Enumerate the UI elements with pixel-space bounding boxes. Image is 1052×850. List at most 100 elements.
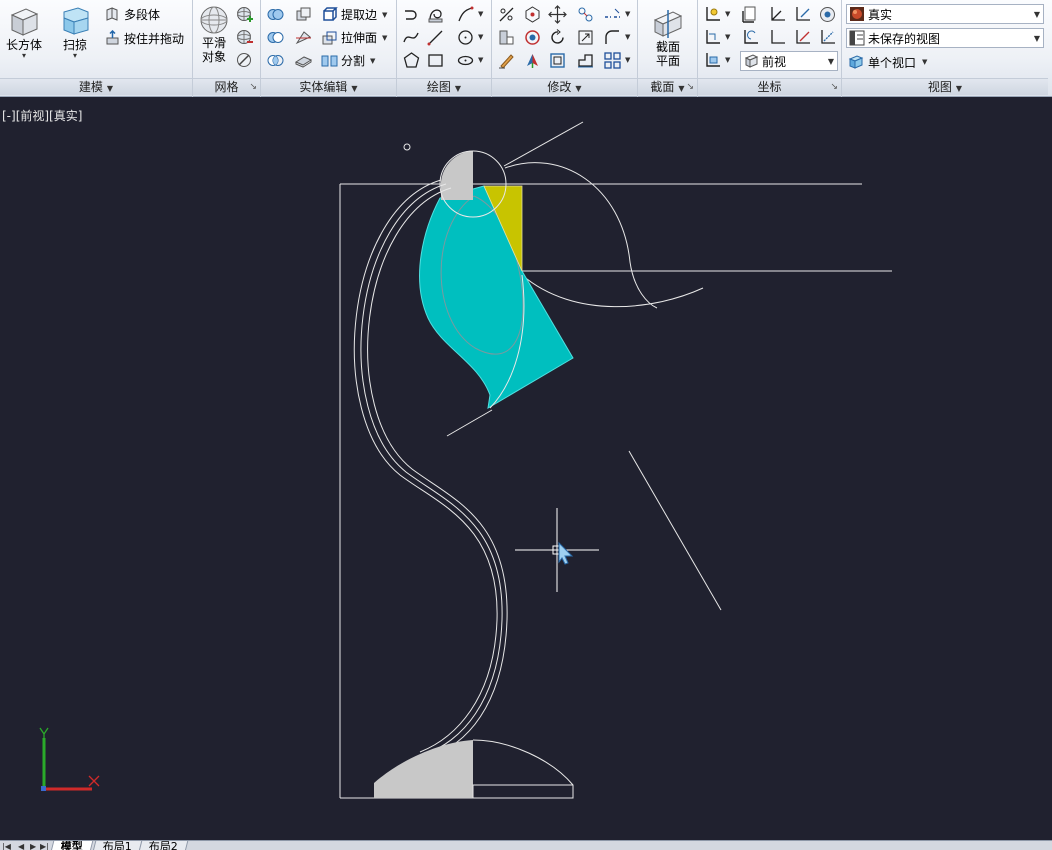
panel-title-view[interactable]: 视图 ▼ xyxy=(842,78,1048,95)
chevron-down-icon[interactable]: ▼ xyxy=(725,33,730,41)
mesh-add-button[interactable] xyxy=(234,4,255,25)
dialog-launcher-icon[interactable]: ↘ xyxy=(686,79,694,95)
chevron-down-icon: ▼ xyxy=(370,56,376,65)
panel-title-mesh[interactable]: 网格 ↘ xyxy=(193,78,260,95)
draw-ellipse-button[interactable] xyxy=(455,50,476,71)
separate-button[interactable]: 分割 ▼ xyxy=(321,50,375,71)
polygon-icon xyxy=(403,52,420,68)
draw-rectangle-button[interactable] xyxy=(425,50,446,71)
chevron-down-icon[interactable]: ▼ xyxy=(478,10,483,18)
panel-title-modeling[interactable]: 建模 ▼ xyxy=(0,78,192,95)
draw-helix-button[interactable] xyxy=(425,4,446,25)
sweep-button[interactable]: 扫掠 ▾ xyxy=(54,4,96,60)
panel-title-ucs[interactable]: 坐标 ↘ xyxy=(698,78,841,95)
erase-button[interactable] xyxy=(496,50,517,71)
ucs-3point-button[interactable] xyxy=(702,27,723,48)
array-rect-button[interactable] xyxy=(602,50,623,71)
chevron-down-icon[interactable]: ▼ xyxy=(725,10,730,18)
chevron-down-icon[interactable]: ▼ xyxy=(725,56,730,64)
draw-polygon-button[interactable] xyxy=(401,50,422,71)
prev-tab-arrow-icon[interactable]: ◀ xyxy=(18,842,24,850)
interfere-button[interactable] xyxy=(293,4,314,25)
presspull-label: 按住并拖动 xyxy=(124,32,185,46)
section-plane-icon xyxy=(653,10,683,38)
ucs-y-button[interactable] xyxy=(792,27,813,48)
3d-rotate-button[interactable] xyxy=(522,4,543,25)
ucs-named-button[interactable] xyxy=(740,4,761,25)
extract-edges-button[interactable]: 提取边 ▼ xyxy=(321,4,387,25)
3d-array-button[interactable] xyxy=(522,27,543,48)
draw-line-button[interactable] xyxy=(455,4,476,25)
rotate-button[interactable] xyxy=(547,27,568,48)
panel-title-solid-edit[interactable]: 实体编辑 ▼ xyxy=(261,78,396,95)
extrude-faces-button[interactable]: 拉伸面 ▼ xyxy=(321,27,387,48)
ucs-world-button[interactable] xyxy=(702,4,723,25)
section-plane-label-2: 平面 xyxy=(655,54,680,68)
offset-button[interactable] xyxy=(547,50,568,71)
viewport-controls-label[interactable]: [-][前视][真实] xyxy=(2,107,82,124)
chevron-down-icon[interactable]: ▼ xyxy=(625,56,630,64)
saved-view-select[interactable]: 未保存的视图 ▼ xyxy=(846,28,1044,48)
break-button[interactable] xyxy=(602,4,623,25)
ucs-view-button[interactable] xyxy=(817,4,838,25)
3d-align-button[interactable] xyxy=(575,4,596,25)
cube-view-icon xyxy=(744,54,759,68)
mesh-crease-button[interactable] xyxy=(234,50,255,71)
union-button[interactable] xyxy=(265,4,286,25)
ucs-z-button[interactable] xyxy=(792,4,813,25)
crosshair-cursor xyxy=(515,508,599,592)
intersect-button[interactable] xyxy=(265,50,286,71)
section-plane-button[interactable]: 截面 平面 xyxy=(648,6,688,68)
viewport-config-button[interactable]: 单个视口 ▼ xyxy=(848,52,927,72)
ucs-origin-button[interactable] xyxy=(767,4,788,25)
ucs-x-button[interactable] xyxy=(767,27,788,48)
chevron-down-icon[interactable]: ▼ xyxy=(625,33,630,41)
drawing-viewport[interactable]: [-][前视][真实] xyxy=(0,98,1052,840)
mesh-remove-button[interactable] xyxy=(234,27,255,48)
dialog-launcher-icon[interactable]: ↘ xyxy=(830,79,838,95)
slice-button[interactable] xyxy=(293,27,314,48)
panel-title-section[interactable]: 截面 ▼ ↘ xyxy=(638,78,697,95)
chevron-down-icon[interactable]: ▼ xyxy=(625,10,630,18)
panel-title-draw[interactable]: 绘图 ▼ xyxy=(397,78,491,95)
named-view-select[interactable]: 前视 ▼ xyxy=(740,51,838,71)
lamp-drawing[interactable] xyxy=(0,98,1052,840)
visual-style-select[interactable]: 真实 ▼ xyxy=(846,4,1044,24)
tab-model[interactable]: 模型 xyxy=(50,841,94,850)
first-tab-arrow-icon[interactable]: |◀ xyxy=(2,842,11,850)
thicken-button[interactable] xyxy=(293,50,314,71)
extract-edges-label: 提取边 xyxy=(341,8,378,22)
box-button[interactable]: 长方体 ▾ xyxy=(4,4,44,60)
draw-ray-button[interactable] xyxy=(425,27,446,48)
panel-title-modify[interactable]: 修改 ▼ xyxy=(492,78,637,95)
trim-button[interactable] xyxy=(496,4,517,25)
ucs-icon xyxy=(706,7,720,21)
ucs-previous-button[interactable] xyxy=(740,27,761,48)
dialog-launcher-icon[interactable]: ↘ xyxy=(249,79,257,95)
draw-circle-button[interactable] xyxy=(455,27,476,48)
chevron-down-icon[interactable]: ▼ xyxy=(478,56,483,64)
align-button[interactable] xyxy=(496,27,517,48)
rotate-icon xyxy=(551,29,564,44)
last-tab-arrow-icon[interactable]: ▶| xyxy=(40,842,49,850)
box-label: 长方体 xyxy=(5,38,42,52)
chevron-down-icon[interactable]: ▼ xyxy=(478,33,483,41)
tab-layout1[interactable]: 布局1 xyxy=(92,841,143,850)
subtract-button[interactable] xyxy=(265,27,286,48)
polysolid-button[interactable]: 多段体 xyxy=(104,4,160,25)
tab-layout2[interactable]: 布局2 xyxy=(138,841,189,850)
union-icon xyxy=(267,9,284,20)
ucs-zaxis-vector-button[interactable] xyxy=(817,27,838,48)
ucs-face-button[interactable] xyxy=(702,50,723,71)
scale-button[interactable] xyxy=(575,27,596,48)
slice-icon xyxy=(295,31,311,45)
3d-move-button[interactable] xyxy=(547,4,568,25)
draw-spline-button[interactable] xyxy=(401,27,422,48)
smooth-object-button[interactable]: 平滑 对象 xyxy=(196,4,232,64)
draw-polyline-button[interactable] xyxy=(401,4,422,25)
3d-mirror-button[interactable] xyxy=(522,50,543,71)
stretch-button[interactable] xyxy=(575,50,596,71)
next-tab-arrow-icon[interactable]: ▶ xyxy=(30,842,36,850)
fillet-button[interactable] xyxy=(602,27,623,48)
presspull-button[interactable]: 按住并拖动 xyxy=(104,28,184,49)
